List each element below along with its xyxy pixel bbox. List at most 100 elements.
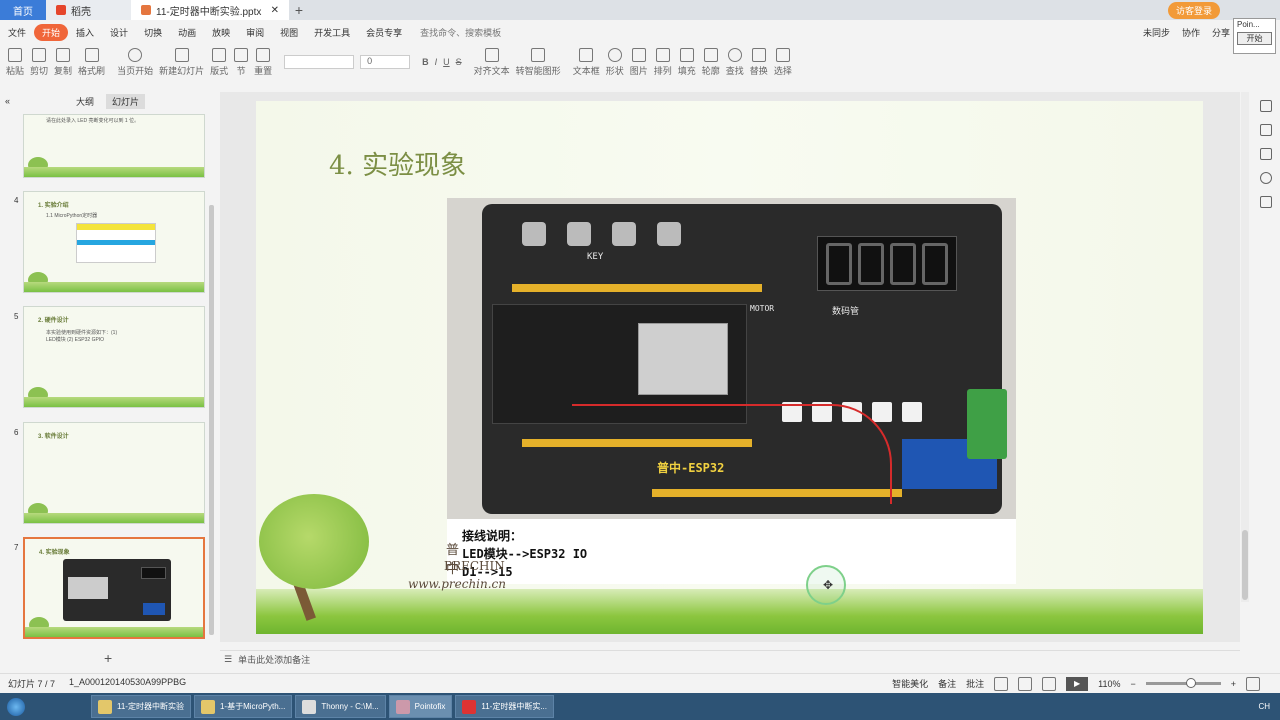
command-search[interactable]: 查找命令、搜索模板 xyxy=(410,26,501,39)
reading-view-icon[interactable] xyxy=(1042,676,1057,691)
zoom-out-icon[interactable]: − xyxy=(1130,679,1135,689)
menu-start[interactable]: 开始 xyxy=(34,23,69,41)
section-button[interactable]: 节 xyxy=(234,47,249,77)
share-icon[interactable] xyxy=(1260,196,1272,208)
input-method[interactable]: CH xyxy=(1258,702,1270,711)
fit-window-icon[interactable] xyxy=(1246,676,1260,691)
ribbon-toolbar: 粘贴 剪切 复制 格式刷 当页开始 新建幻灯片 版式 节 重置 0 B I U … xyxy=(0,44,1230,80)
menu-file[interactable]: 文件 xyxy=(0,26,34,39)
menu-design[interactable]: 设计 xyxy=(102,26,136,39)
menu-transition[interactable]: 切换 xyxy=(136,26,170,39)
zoom-slider-knob[interactable] xyxy=(1185,678,1196,688)
normal-view-icon[interactable] xyxy=(994,676,1009,691)
pin-icon[interactable] xyxy=(1260,124,1272,136)
format-painter-button[interactable]: 格式刷 xyxy=(78,47,105,77)
replace-button[interactable]: 替换 xyxy=(750,47,768,77)
close-tab-icon[interactable]: ✕ xyxy=(271,5,279,16)
comments-toggle[interactable]: 批注 xyxy=(966,677,984,690)
font-size-select[interactable]: 0 xyxy=(360,55,411,69)
brand-en: PRECHIN xyxy=(444,559,505,573)
login-button[interactable]: 访客登录 xyxy=(1167,1,1220,19)
menu-review[interactable]: 审阅 xyxy=(238,26,272,39)
share-button[interactable]: 分享 xyxy=(1212,26,1230,39)
select-button[interactable]: 选择 xyxy=(774,47,792,77)
arrange-button[interactable]: 排列 xyxy=(654,47,672,77)
zoom-slider[interactable] xyxy=(1145,678,1221,688)
font-family-select[interactable] xyxy=(284,55,355,69)
bold-icon[interactable]: B xyxy=(422,57,429,67)
right-sidebar xyxy=(1252,100,1280,240)
slide-thumbnail[interactable]: 1. 实验介绍 1.1 MicroPython定时器 xyxy=(23,191,205,293)
notes-toggle[interactable]: 备注 xyxy=(938,677,956,690)
notes-bar[interactable]: ☰ 单击此处添加备注 xyxy=(220,650,1240,668)
new-tab-button[interactable]: + xyxy=(289,2,309,18)
reset-button[interactable]: 重置 xyxy=(254,47,272,77)
led-4 xyxy=(872,402,892,422)
daoke-icon xyxy=(56,5,66,15)
wiring-notes[interactable]: 接线说明： LED模块-->ESP32 IO D1-->15 xyxy=(447,519,1016,584)
taskbar-item[interactable]: 1-基于MicroPyth... xyxy=(193,695,293,718)
fill-button[interactable]: 填充 xyxy=(678,47,696,77)
pointofix-start-button[interactable]: 开始 xyxy=(1237,32,1272,45)
beautify-button[interactable]: 智能美化 xyxy=(892,677,928,690)
slide-thumbnail[interactable]: 3. 软件设计 xyxy=(23,422,205,524)
menu-devtools[interactable]: 开发工具 xyxy=(306,26,358,39)
cut-button[interactable]: 剪切 xyxy=(30,47,48,77)
strikethrough-icon[interactable]: S xyxy=(456,57,462,67)
menu-insert[interactable]: 插入 xyxy=(68,26,102,39)
align-text-button[interactable]: 对齐文本 xyxy=(474,47,510,77)
play-slideshow-button[interactable]: ▶ xyxy=(1066,676,1089,691)
current-slide[interactable]: 4. 实验现象 KEY 数码管 MOTOR 普中-ESP32 接线说明： LED… xyxy=(256,101,1203,634)
outline-button[interactable]: 轮廓 xyxy=(702,47,720,77)
zoom-in-icon[interactable]: + xyxy=(1231,679,1236,689)
slide-thumbnail[interactable]: 2. 硬件设计 本实验使用到硬件资源如下：(1) LED模块 (2) ESP32… xyxy=(23,306,205,408)
shape-button[interactable]: 形状 xyxy=(606,47,624,77)
menu-member[interactable]: 会员专享 xyxy=(358,26,410,39)
tab-home[interactable]: 首页 xyxy=(0,0,46,20)
textbox-button[interactable]: 文本框 xyxy=(573,47,600,77)
menu-slideshow[interactable]: 放映 xyxy=(204,26,238,39)
smart-art-button[interactable]: 转智能图形 xyxy=(516,47,561,77)
add-slide-button[interactable]: + xyxy=(104,650,112,666)
canvas-scrollbar-track[interactable] xyxy=(1241,92,1249,602)
layout-button[interactable]: 版式 xyxy=(210,47,228,77)
taskbar-item[interactable]: 11-定时器中断实... xyxy=(455,695,554,718)
taskbar-item[interactable]: 11-定时器中断实验 xyxy=(91,695,191,718)
taskbar-item-active[interactable]: Pointofix xyxy=(388,695,453,718)
settings-icon[interactable] xyxy=(1260,100,1272,112)
taskbar-item[interactable]: Thonny - C:\M... xyxy=(295,695,386,718)
start-button[interactable] xyxy=(0,693,32,720)
tab-slides[interactable]: 幻灯片 xyxy=(106,93,146,109)
sorter-view-icon[interactable] xyxy=(1018,676,1033,691)
menu-animation[interactable]: 动画 xyxy=(170,26,204,39)
menu-view[interactable]: 视图 xyxy=(272,26,306,39)
help-icon[interactable] xyxy=(1260,172,1272,184)
dev-board: KEY 数码管 MOTOR 普中-ESP32 xyxy=(482,204,1007,514)
board-photo[interactable]: KEY 数码管 MOTOR 普中-ESP32 xyxy=(447,198,1016,519)
copy-slide-icon[interactable] xyxy=(1260,148,1272,160)
new-slide-button[interactable]: 新建幻灯片 xyxy=(159,47,204,77)
play-from-current-button[interactable]: 当页开始 xyxy=(117,47,153,77)
picture-button[interactable]: 图片 xyxy=(630,47,648,77)
zoom-level[interactable]: 110% xyxy=(1098,679,1120,689)
paste-icon xyxy=(8,47,22,62)
collapse-panel-icon[interactable]: « xyxy=(5,96,10,106)
slide-thumbnail[interactable]: 请在此处录入 LED 亮断变化可以到 1 位。 xyxy=(23,114,205,178)
tab-daoke[interactable]: 稻壳 xyxy=(46,0,131,20)
slides-scrollbar[interactable] xyxy=(209,205,214,635)
find-button[interactable]: 查找 xyxy=(726,47,744,77)
underline-icon[interactable]: U xyxy=(443,57,450,67)
sync-status[interactable]: 未同步 xyxy=(1143,26,1170,39)
italic-icon[interactable]: I xyxy=(435,57,438,67)
canvas-scrollbar-thumb[interactable] xyxy=(1242,530,1248,600)
slide-thumbnail-selected[interactable]: 4. 实验现象 xyxy=(23,537,205,639)
slide-title[interactable]: 4. 实验现象 xyxy=(329,145,466,182)
copy-button[interactable]: 复制 xyxy=(54,47,72,77)
collab-button[interactable]: 协作 xyxy=(1182,26,1200,39)
tab-outline[interactable]: 大纲 xyxy=(70,94,100,109)
tab-pptx[interactable]: 11-定时器中断实验.pptx ✕ xyxy=(131,0,289,20)
notes-placeholder[interactable]: 单击此处添加备注 xyxy=(238,653,310,666)
ppt-icon xyxy=(141,5,151,15)
paste-button[interactable]: 粘贴 xyxy=(6,47,24,77)
board-preview xyxy=(63,559,171,621)
